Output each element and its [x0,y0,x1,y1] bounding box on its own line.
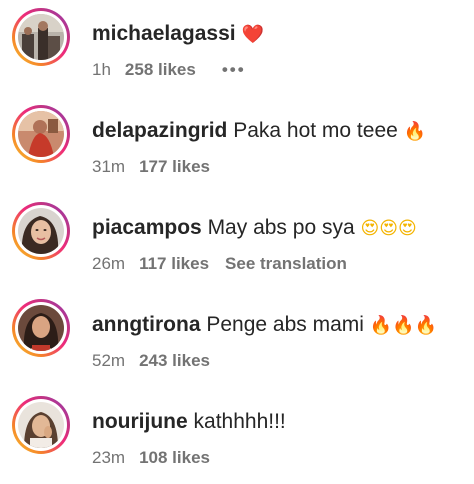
comment-text: Paka hot mo teee [233,119,398,142]
comment-time: 26m [92,254,126,273]
comment-text: kathhhh!!! [193,410,286,433]
avatar-story-ring[interactable] [12,8,70,66]
heart-emoji: ❤️ [241,24,264,45]
comment-username[interactable]: michaelagassi [92,22,236,45]
avatar-story-ring[interactable] [12,396,70,454]
avatar-story-ring[interactable] [12,105,70,163]
avatar [18,14,64,60]
comment-time: 31m [92,157,126,176]
comment-time: 1h [92,60,111,79]
likes-count[interactable]: 108 likes [139,448,210,467]
avatar [18,305,64,351]
comment-item: delapazingrid Paka hot mo teee 🔥 31m 177 … [0,97,474,193]
comment-username[interactable]: anngtirona [92,313,201,336]
comment-time: 23m [92,448,126,467]
comment-item: piacampos May abs po sya 😍😍😍 26m 117 like… [0,194,474,290]
comment-item: michaelagassi ❤️ 1h 258 likes ••• [0,0,474,96]
more-options-icon[interactable]: ••• [222,60,246,79]
avatar [18,402,64,448]
fire-emoji: 🔥 [403,121,427,142]
avatar-story-ring[interactable] [12,299,70,357]
see-translation-link[interactable]: See translation [225,254,347,273]
avatar [18,111,64,157]
likes-count[interactable]: 258 likes [125,60,196,79]
comment-username[interactable]: nourijune [92,410,188,433]
fire-emoji: 🔥🔥🔥 [369,315,438,336]
avatar [18,208,64,254]
comment-text: May abs po sya [207,216,355,239]
likes-count[interactable]: 117 likes [139,254,209,273]
comment-item: nourijune kathhhh!!! 23m 108 likes [0,388,474,484]
comment-text: Penge abs mami [206,313,364,336]
comment-time: 52m [92,351,126,370]
comment-username[interactable]: piacampos [92,216,202,239]
likes-count[interactable]: 243 likes [139,351,210,370]
comment-item: anngtirona Penge abs mami 🔥🔥🔥 52m 243 lik… [0,291,474,387]
likes-count[interactable]: 177 likes [139,157,210,176]
comment-username[interactable]: delapazingrid [92,119,227,142]
heart-eyes-emoji: 😍😍😍 [360,218,417,239]
avatar-story-ring[interactable] [12,202,70,260]
